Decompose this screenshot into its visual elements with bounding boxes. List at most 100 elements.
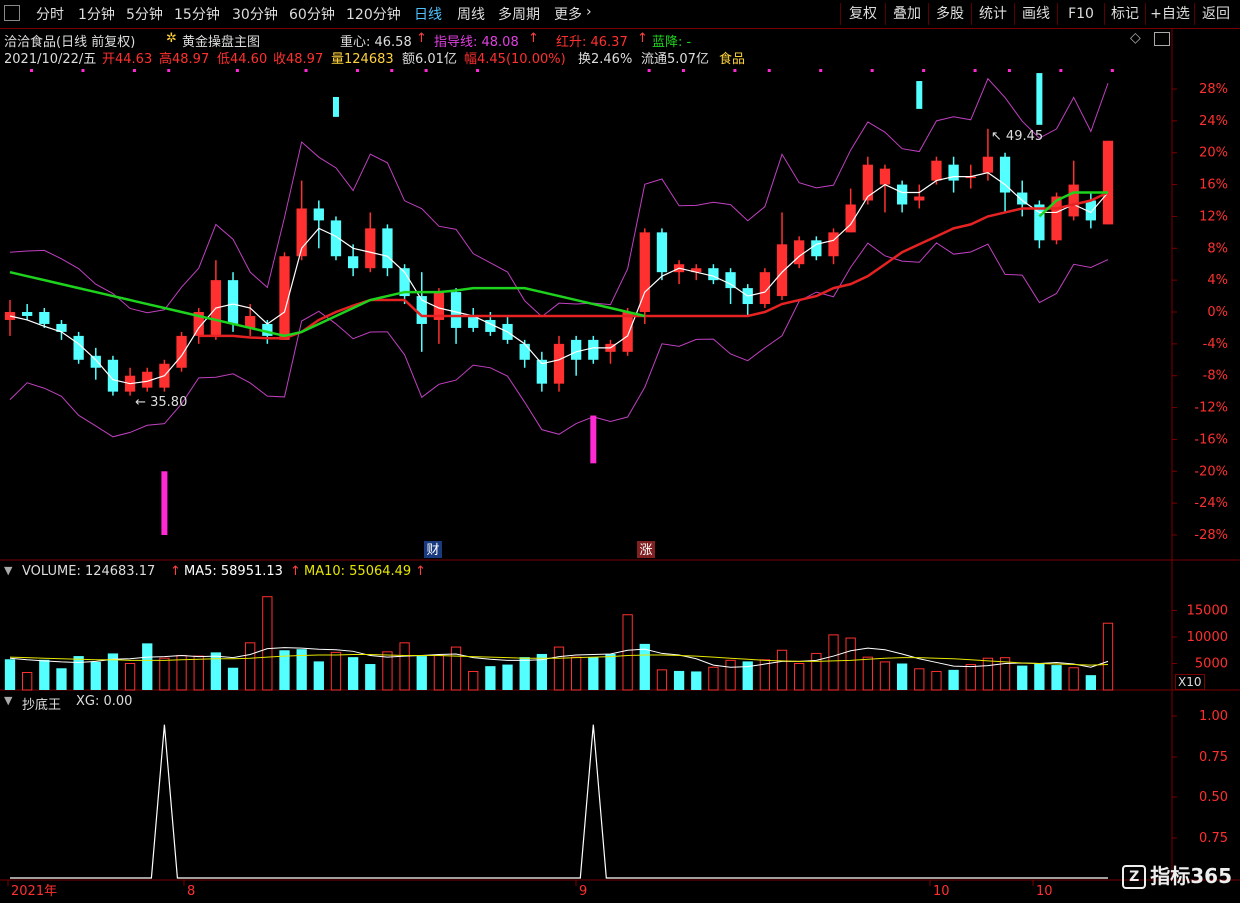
volume-bar — [588, 657, 599, 690]
signal-dot — [973, 69, 977, 72]
signal-dot — [647, 69, 651, 72]
volume-bar — [1102, 622, 1114, 691]
signal-dot — [870, 69, 874, 72]
volume-axis-label: 15000 — [1187, 604, 1228, 619]
volume-bar — [622, 614, 633, 691]
candle-body — [896, 184, 908, 205]
candle-body — [313, 208, 324, 221]
volume-bar — [605, 653, 616, 690]
series-line-green — [9, 191, 1108, 338]
signal-dot — [681, 69, 685, 72]
candle-body — [22, 312, 33, 316]
candle-body — [519, 343, 530, 360]
volume-bar — [210, 652, 222, 690]
volume-bar — [416, 656, 427, 690]
y-axis-label: -4% — [1203, 337, 1228, 352]
y-axis-label: -16% — [1194, 432, 1228, 447]
volume-bar — [639, 643, 650, 690]
high-price-label: ↖ 49.45 — [991, 129, 1043, 144]
signal-dot — [235, 69, 239, 72]
volume-bar — [245, 642, 256, 691]
volume-bar — [347, 657, 359, 690]
candle-body — [862, 164, 873, 201]
volume-bar — [4, 659, 16, 690]
signal-bar — [1036, 73, 1043, 125]
x-axis-label: 10 — [1036, 884, 1053, 899]
watermark-text: 指标365 — [1150, 863, 1232, 888]
candle-body — [931, 160, 942, 181]
signal-dot — [355, 69, 359, 72]
signal-dot — [733, 69, 737, 72]
volume-bar — [39, 659, 50, 690]
volume-bar — [691, 671, 702, 690]
volume-bar — [124, 663, 136, 691]
volume-bar — [90, 661, 101, 690]
signal-bar — [161, 471, 168, 535]
xg-signal-line — [10, 724, 1108, 879]
candle-body — [914, 196, 925, 201]
signal-dot — [30, 69, 33, 72]
candle-body — [365, 228, 376, 269]
chart-canvas[interactable]: 28% 24% 20% 16% 12% 8% 4% 0% -4% -8% -12% -16% -20% -… — [0, 0, 1240, 903]
candle-body — [39, 312, 50, 324]
volume-bar — [553, 646, 565, 691]
volume-bar — [725, 659, 736, 691]
indicator-axis-label: 0.75 — [1199, 831, 1228, 846]
signal-dot — [922, 69, 926, 72]
zhang-badge: 涨 — [639, 543, 652, 558]
y-axis-label: 8% — [1207, 241, 1228, 256]
candle-body — [776, 244, 788, 297]
x-axis-label: 9 — [579, 884, 587, 899]
volume-bar — [330, 651, 342, 691]
candle-body — [794, 240, 805, 265]
volume-bar — [176, 655, 187, 691]
volume-bar — [502, 664, 513, 690]
y-axis-label: -8% — [1203, 369, 1228, 384]
brand-logo-icon: Z — [1122, 865, 1147, 889]
volume-bar — [862, 656, 873, 691]
volume-bar — [365, 664, 376, 690]
watermark: Z 指标365 — [1122, 860, 1232, 889]
candle-body — [347, 256, 359, 269]
volume-bar — [879, 661, 891, 691]
signal-bar — [332, 96, 339, 117]
volume-bar — [656, 669, 668, 691]
volume-axis-label: 5000 — [1195, 657, 1228, 672]
signal-dot — [132, 69, 136, 72]
envelope-upper-line — [9, 77, 1109, 318]
volume-bar — [896, 663, 908, 690]
signal-dot — [424, 69, 428, 72]
volume-bar — [313, 661, 324, 690]
volume-bar — [845, 637, 856, 691]
volume-bar — [73, 656, 84, 690]
candle-body — [176, 335, 187, 368]
volume-bar — [227, 667, 239, 690]
volume-bar — [1085, 675, 1096, 690]
signal-bar — [916, 81, 923, 109]
volume-bar — [142, 643, 153, 690]
y-axis-label: 4% — [1207, 273, 1228, 288]
candle-body — [948, 164, 959, 181]
volume-bar — [914, 668, 925, 691]
candle-body — [450, 292, 462, 328]
candle-body — [571, 339, 582, 360]
volume-bar — [673, 670, 685, 690]
candle-body — [811, 240, 822, 257]
candle-body — [982, 156, 994, 173]
signal-dot — [1110, 69, 1114, 72]
signal-dot — [1059, 69, 1063, 72]
signal-dot — [304, 69, 308, 72]
y-axis-label: -24% — [1194, 496, 1228, 511]
x-axis-label: 2021年 — [11, 884, 57, 899]
volume-bar — [399, 642, 410, 691]
volume-bar — [965, 664, 976, 691]
y-axis-label: 24% — [1199, 114, 1228, 129]
candle-body — [622, 312, 633, 352]
volume-bar — [262, 596, 273, 691]
y-axis-label: -28% — [1194, 528, 1228, 543]
y-axis-label: 16% — [1199, 178, 1228, 193]
signal-dot — [167, 69, 171, 72]
volume-bar — [433, 655, 445, 691]
signal-dot — [476, 69, 480, 72]
candle-body — [1068, 184, 1079, 217]
